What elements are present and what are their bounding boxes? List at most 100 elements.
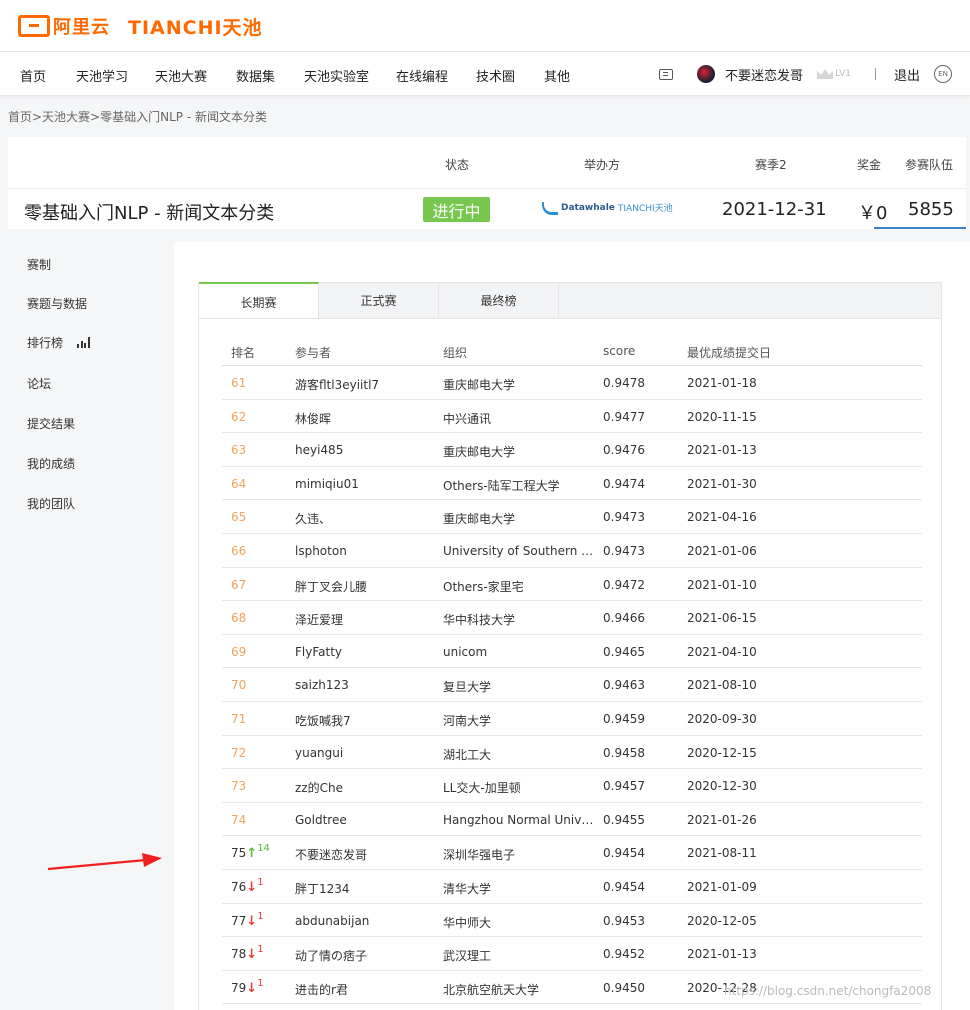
rank-number: 78 [231, 947, 247, 962]
sidebar-item-my-scores[interactable]: 我的成绩 [27, 455, 75, 472]
score-cell: 0.9458 [603, 745, 645, 760]
participant-cell[interactable]: 进击的r君 [295, 981, 348, 998]
sidebar-item-label: 赛题与数据 [27, 297, 88, 311]
organization-cell: Others-家里宅 [443, 579, 524, 594]
aliyun-logo[interactable]: 阿里云 TIANCHI天池 [18, 12, 263, 40]
rank-number: 71 [231, 712, 247, 726]
language-switch-icon[interactable]: EN [934, 65, 952, 83]
teams-label: 参赛队伍 [905, 158, 954, 172]
participant-cell[interactable]: 吃饭喊我7 [295, 712, 351, 729]
participant-cell[interactable]: lsphoton [295, 544, 347, 558]
score-cell: 0.9452 [603, 947, 645, 962]
participant-cell[interactable]: 游客fltl3eyiitl7 [295, 376, 379, 393]
score-cell: 0.9478 [603, 376, 645, 390]
sidebar-item-my-team[interactable]: 我的团队 [27, 495, 75, 512]
nav-divider [874, 68, 876, 80]
rank-cell: 74 [231, 813, 246, 827]
logout-link[interactable]: 退出 [894, 65, 920, 84]
date-cell: 2021-01-13 [687, 947, 757, 962]
rank-number: 64 [231, 476, 247, 491]
score-cell: 0.9454 [603, 880, 645, 894]
arrow-down-icon: ↓ [246, 947, 258, 963]
participant-cell[interactable]: 胖丁叉会儿腰 [295, 578, 367, 595]
participant-cell[interactable]: 不要迷恋发哥 [295, 846, 367, 863]
col-header-best-date: 最优成绩提交日 [687, 346, 772, 360]
participant-cell[interactable]: 林俊晖 [295, 410, 331, 427]
season-label[interactable]: 赛季2 [755, 156, 787, 173]
date-cell: 2020-12-15 [687, 745, 757, 760]
avatar[interactable] [697, 65, 716, 83]
rank-cell: 62 [231, 410, 246, 424]
participant-cell[interactable]: abdunabijan [295, 914, 369, 928]
rank-number: 67 [231, 577, 247, 592]
teams-underline [874, 227, 966, 229]
table-row: 74 Goldtree Hangzhou Normal Unive... 0.9455… [222, 803, 922, 837]
score-cell: 0.9476 [603, 443, 645, 458]
nav-item-tech-circle[interactable]: 技术圈 [476, 66, 515, 85]
nav-item-competitions[interactable]: 天池大赛 [155, 66, 207, 85]
score-cell: 0.9473 [603, 544, 645, 558]
score-cell: 0.9474 [603, 476, 645, 491]
participant-cell[interactable]: yuangui [295, 746, 343, 760]
participant-cell[interactable]: saizh123 [295, 678, 349, 692]
table-row: 72 yuangui 湖北工大 0.9458 2020-12-15 [222, 736, 922, 770]
sidebar-item-label: 提交结果 [27, 417, 76, 431]
rank-delta: 1 [257, 944, 264, 956]
nav-item-learn[interactable]: 天池学习 [76, 66, 128, 85]
nav-item-coding[interactable]: 在线编程 [396, 66, 448, 85]
rank-number: 72 [231, 745, 247, 760]
sidebar-item-forum[interactable]: 论坛 [27, 375, 51, 392]
top-header: 阿里云 TIANCHI天池 [0, 0, 970, 52]
col-header-rank: 排名 [231, 346, 256, 360]
participant-cell[interactable]: 久违、 [295, 510, 331, 527]
rank-cell: 61 [231, 376, 246, 390]
nav-item-datasets[interactable]: 数据集 [236, 66, 275, 85]
table-row: 67 胖丁叉会儿腰 Others-家里宅 0.9472 2021-01-10 [222, 568, 922, 602]
participant-cell[interactable]: zz的Che [295, 779, 343, 796]
nav-item-other[interactable]: 其他 [544, 66, 570, 85]
participant-cell[interactable]: Goldtree [295, 813, 347, 827]
participant-cell[interactable]: FlyFatty [295, 645, 342, 659]
sidebar-item-rules[interactable]: 赛制 [27, 256, 51, 273]
rank-cell: 65 [231, 510, 246, 524]
sidebar-item-data[interactable]: 赛题与数据 [27, 295, 87, 312]
participant-cell[interactable]: 动了情の痞子 [295, 947, 367, 964]
table-row: 71 吃饭喊我7 河南大学 0.9459 2020-09-30 [222, 702, 922, 736]
tab-final[interactable]: 最终榜 [439, 282, 559, 319]
score-cell: 0.9466 [603, 611, 645, 626]
participant-cell[interactable]: mimiqiu01 [295, 477, 359, 491]
date-cell: 2021-01-10 [687, 577, 757, 592]
sidebar-item-leaderboard[interactable]: 排行榜 [27, 334, 90, 351]
rank-delta: 1 [257, 910, 264, 922]
participant-cell[interactable]: 泽近爱理 [295, 611, 343, 628]
rank-number: 69 [231, 644, 247, 659]
message-icon[interactable] [659, 68, 674, 80]
level-text: LV1 [835, 69, 851, 79]
sidebar-item-label: 赛制 [27, 258, 52, 272]
rank-cell: 73 [231, 779, 246, 793]
rank-delta: 14 [257, 843, 270, 855]
leaderboard-panel: 长期赛 正式赛 最终榜 排名 参与者 组织 score 最优成绩提交日 61 游客… [174, 242, 970, 1010]
aliyun-logo-text: 阿里云 [53, 17, 110, 38]
table-row: 78↓1 动了情の痞子 武汉理工 0.9452 2021-01-13 [222, 937, 922, 971]
nav-item-home[interactable]: 首页 [20, 66, 46, 85]
arrow-down-icon: ↓ [246, 913, 258, 929]
participant-cell[interactable]: 胖丁1234 [295, 880, 350, 897]
tab-long-term[interactable]: 长期赛 [199, 282, 319, 320]
user-name[interactable]: 不要迷恋发哥 [725, 65, 803, 84]
sidebar-item-submit[interactable]: 提交结果 [27, 415, 75, 432]
table-row: 75↑14 不要迷恋发哥 深圳华强电子 0.9454 2021-08-11 [222, 836, 922, 870]
participant-cell[interactable]: heyi485 [295, 443, 343, 457]
organization-cell: 重庆邮电大学 [443, 378, 516, 392]
rank-cell: 70 [231, 678, 246, 692]
rank-number: 61 [231, 376, 247, 390]
organization-cell: 清华大学 [443, 882, 492, 896]
score-cell: 0.9465 [603, 644, 645, 659]
competition-title: 零基础入门NLP - 新闻文本分类 [24, 203, 275, 224]
tab-official[interactable]: 正式赛 [319, 282, 439, 319]
nav-item-lab[interactable]: 天池实验室 [304, 66, 369, 85]
arrow-down-icon: ↓ [246, 880, 258, 895]
breadcrumb[interactable]: 首页>天池大赛>零基础入门NLP - 新闻文本分类 [8, 108, 267, 125]
arrow-down-icon: ↓ [246, 980, 258, 996]
rank-number: 77 [231, 913, 247, 928]
